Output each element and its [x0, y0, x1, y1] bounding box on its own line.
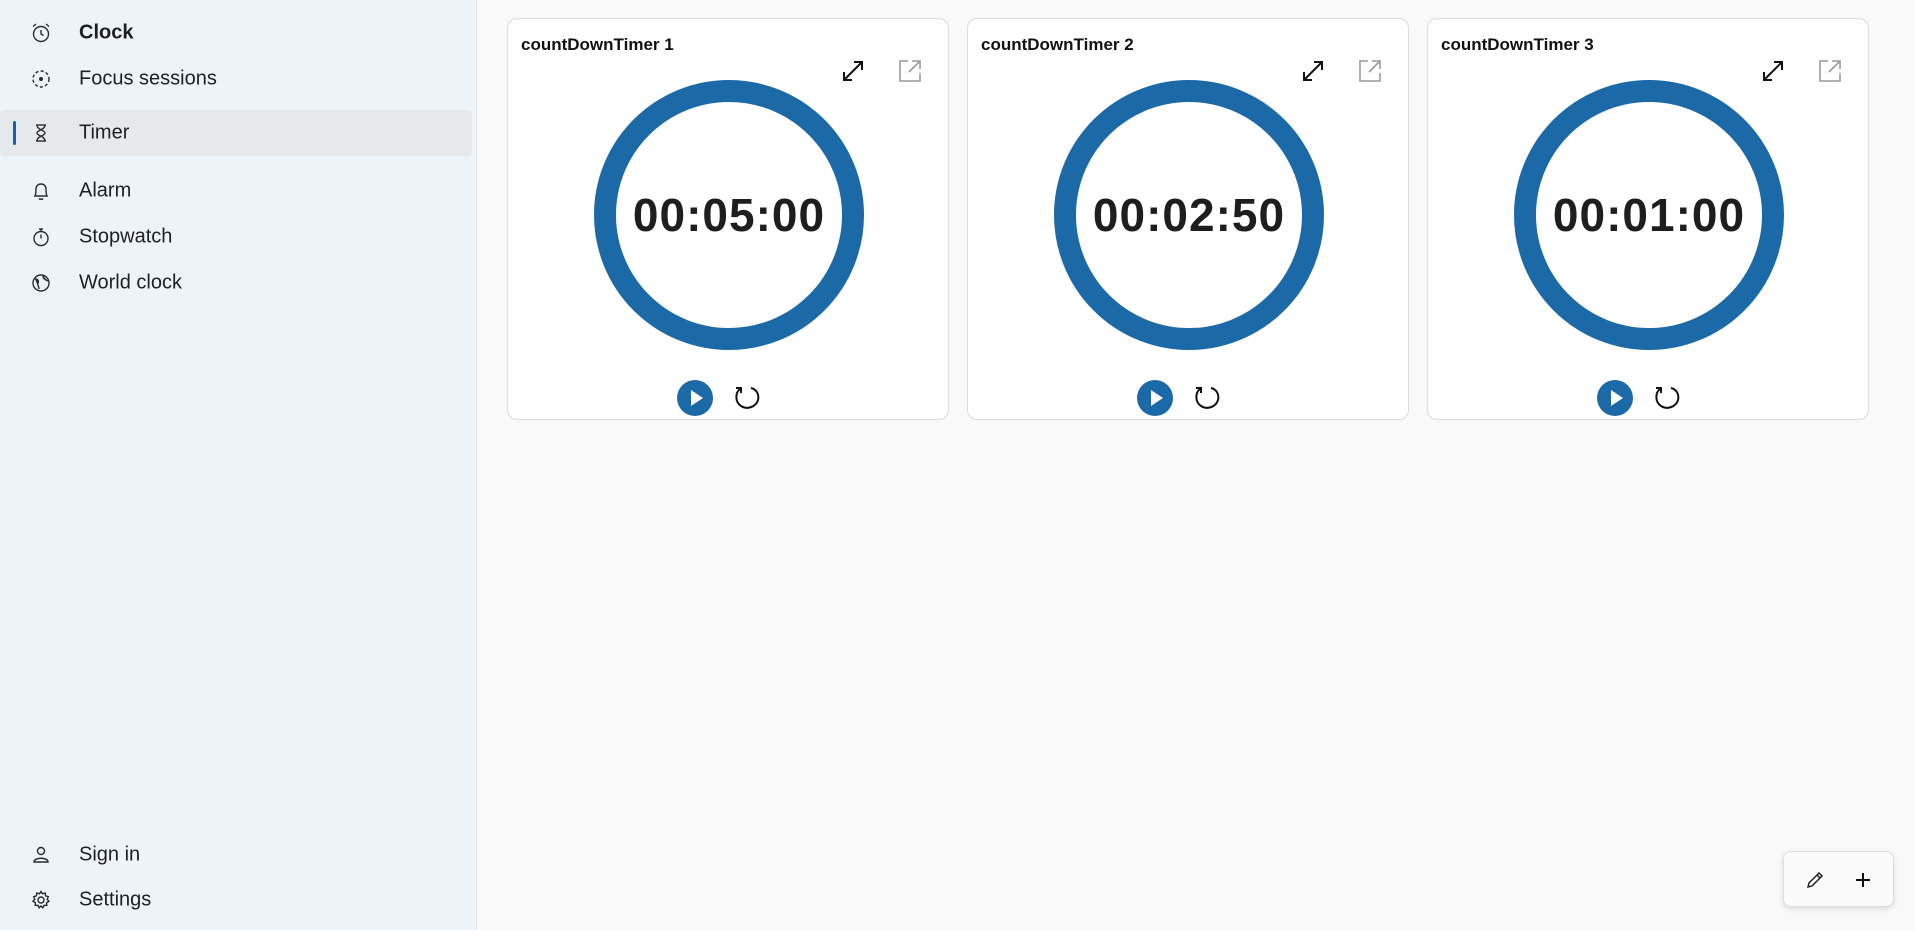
hourglass-icon	[29, 121, 53, 145]
sidebar-item-clock[interactable]: Clock	[0, 10, 472, 56]
timer-display: 00:05:00	[632, 189, 826, 241]
progress-ring: 00:05:00	[593, 79, 865, 351]
globe-icon	[29, 271, 53, 295]
reset-button[interactable]	[1187, 378, 1227, 418]
active-indicator	[13, 121, 16, 145]
popout-icon	[899, 60, 921, 82]
sidebar-item-label: Sign in	[79, 843, 141, 866]
sidebar-item-label: Clock	[79, 21, 134, 44]
popout-button[interactable]	[1810, 51, 1850, 91]
sidebar-item-label: World clock	[79, 271, 182, 294]
progress-ring: 00:01:00	[1513, 79, 1785, 351]
timer-card[interactable]: countDownTimer 3 00:01:00	[1427, 18, 1869, 420]
reset-icon	[1655, 387, 1680, 409]
play-button[interactable]	[675, 378, 715, 418]
timer-display: 00:02:50	[1092, 189, 1286, 241]
person-icon	[29, 843, 53, 867]
reset-button[interactable]	[1647, 378, 1687, 418]
plus-icon	[1856, 873, 1870, 887]
edit-timers-button[interactable]	[1795, 860, 1835, 900]
gear-icon	[29, 888, 53, 912]
play-button[interactable]	[1595, 378, 1635, 418]
reset-icon	[1195, 387, 1220, 409]
reset-button[interactable]	[727, 378, 767, 418]
sidebar-item-focus-sessions[interactable]: Focus sessions	[0, 56, 472, 102]
play-button[interactable]	[1135, 378, 1175, 418]
sidebar-item-label: Stopwatch	[79, 225, 173, 248]
play-icon	[677, 380, 713, 416]
stopwatch-icon	[29, 225, 53, 249]
sidebar-item-label: Focus sessions	[79, 67, 217, 90]
sidebar: Clock Focus sessions Timer Alarm Stopwat…	[0, 0, 477, 930]
clock-app: Clock Focus sessions Timer Alarm Stopwat…	[0, 0, 1915, 930]
timer-name: countDownTimer 1	[521, 35, 674, 54]
sidebar-item-label: Timer	[79, 121, 130, 144]
timer-card[interactable]: countDownTimer 2 00:02:50	[967, 18, 1409, 420]
timer-card[interactable]: countDownTimer 1 00:05:00	[507, 18, 949, 420]
sidebar-item-settings[interactable]: Settings	[0, 877, 472, 923]
timer-toolbar	[1783, 851, 1894, 907]
popout-button[interactable]	[890, 51, 930, 91]
sidebar-item-label: Alarm	[79, 179, 132, 202]
timer-name: countDownTimer 2	[981, 35, 1134, 54]
sidebar-item-world-clock[interactable]: World clock	[0, 260, 472, 306]
bell-icon	[29, 179, 53, 203]
sidebar-item-stopwatch[interactable]: Stopwatch	[0, 214, 472, 260]
focus-icon	[29, 67, 53, 91]
sidebar-item-alarm[interactable]: Alarm	[0, 168, 472, 214]
popout-icon	[1819, 60, 1841, 82]
progress-ring: 00:02:50	[1053, 79, 1325, 351]
alarm-clock-icon	[29, 21, 53, 45]
timer-display: 00:01:00	[1552, 189, 1746, 241]
pencil-icon	[1806, 871, 1824, 889]
timer-name: countDownTimer 3	[1441, 35, 1594, 54]
popout-button[interactable]	[1350, 51, 1390, 91]
sidebar-item-label: Settings	[79, 888, 152, 911]
sidebar-item-timer[interactable]: Timer	[0, 110, 472, 156]
sidebar-item-sign-in[interactable]: Sign in	[0, 832, 472, 878]
popout-icon	[1359, 60, 1381, 82]
play-icon	[1137, 380, 1173, 416]
reset-icon	[735, 387, 760, 409]
play-icon	[1597, 380, 1633, 416]
add-timer-button[interactable]	[1843, 860, 1883, 900]
